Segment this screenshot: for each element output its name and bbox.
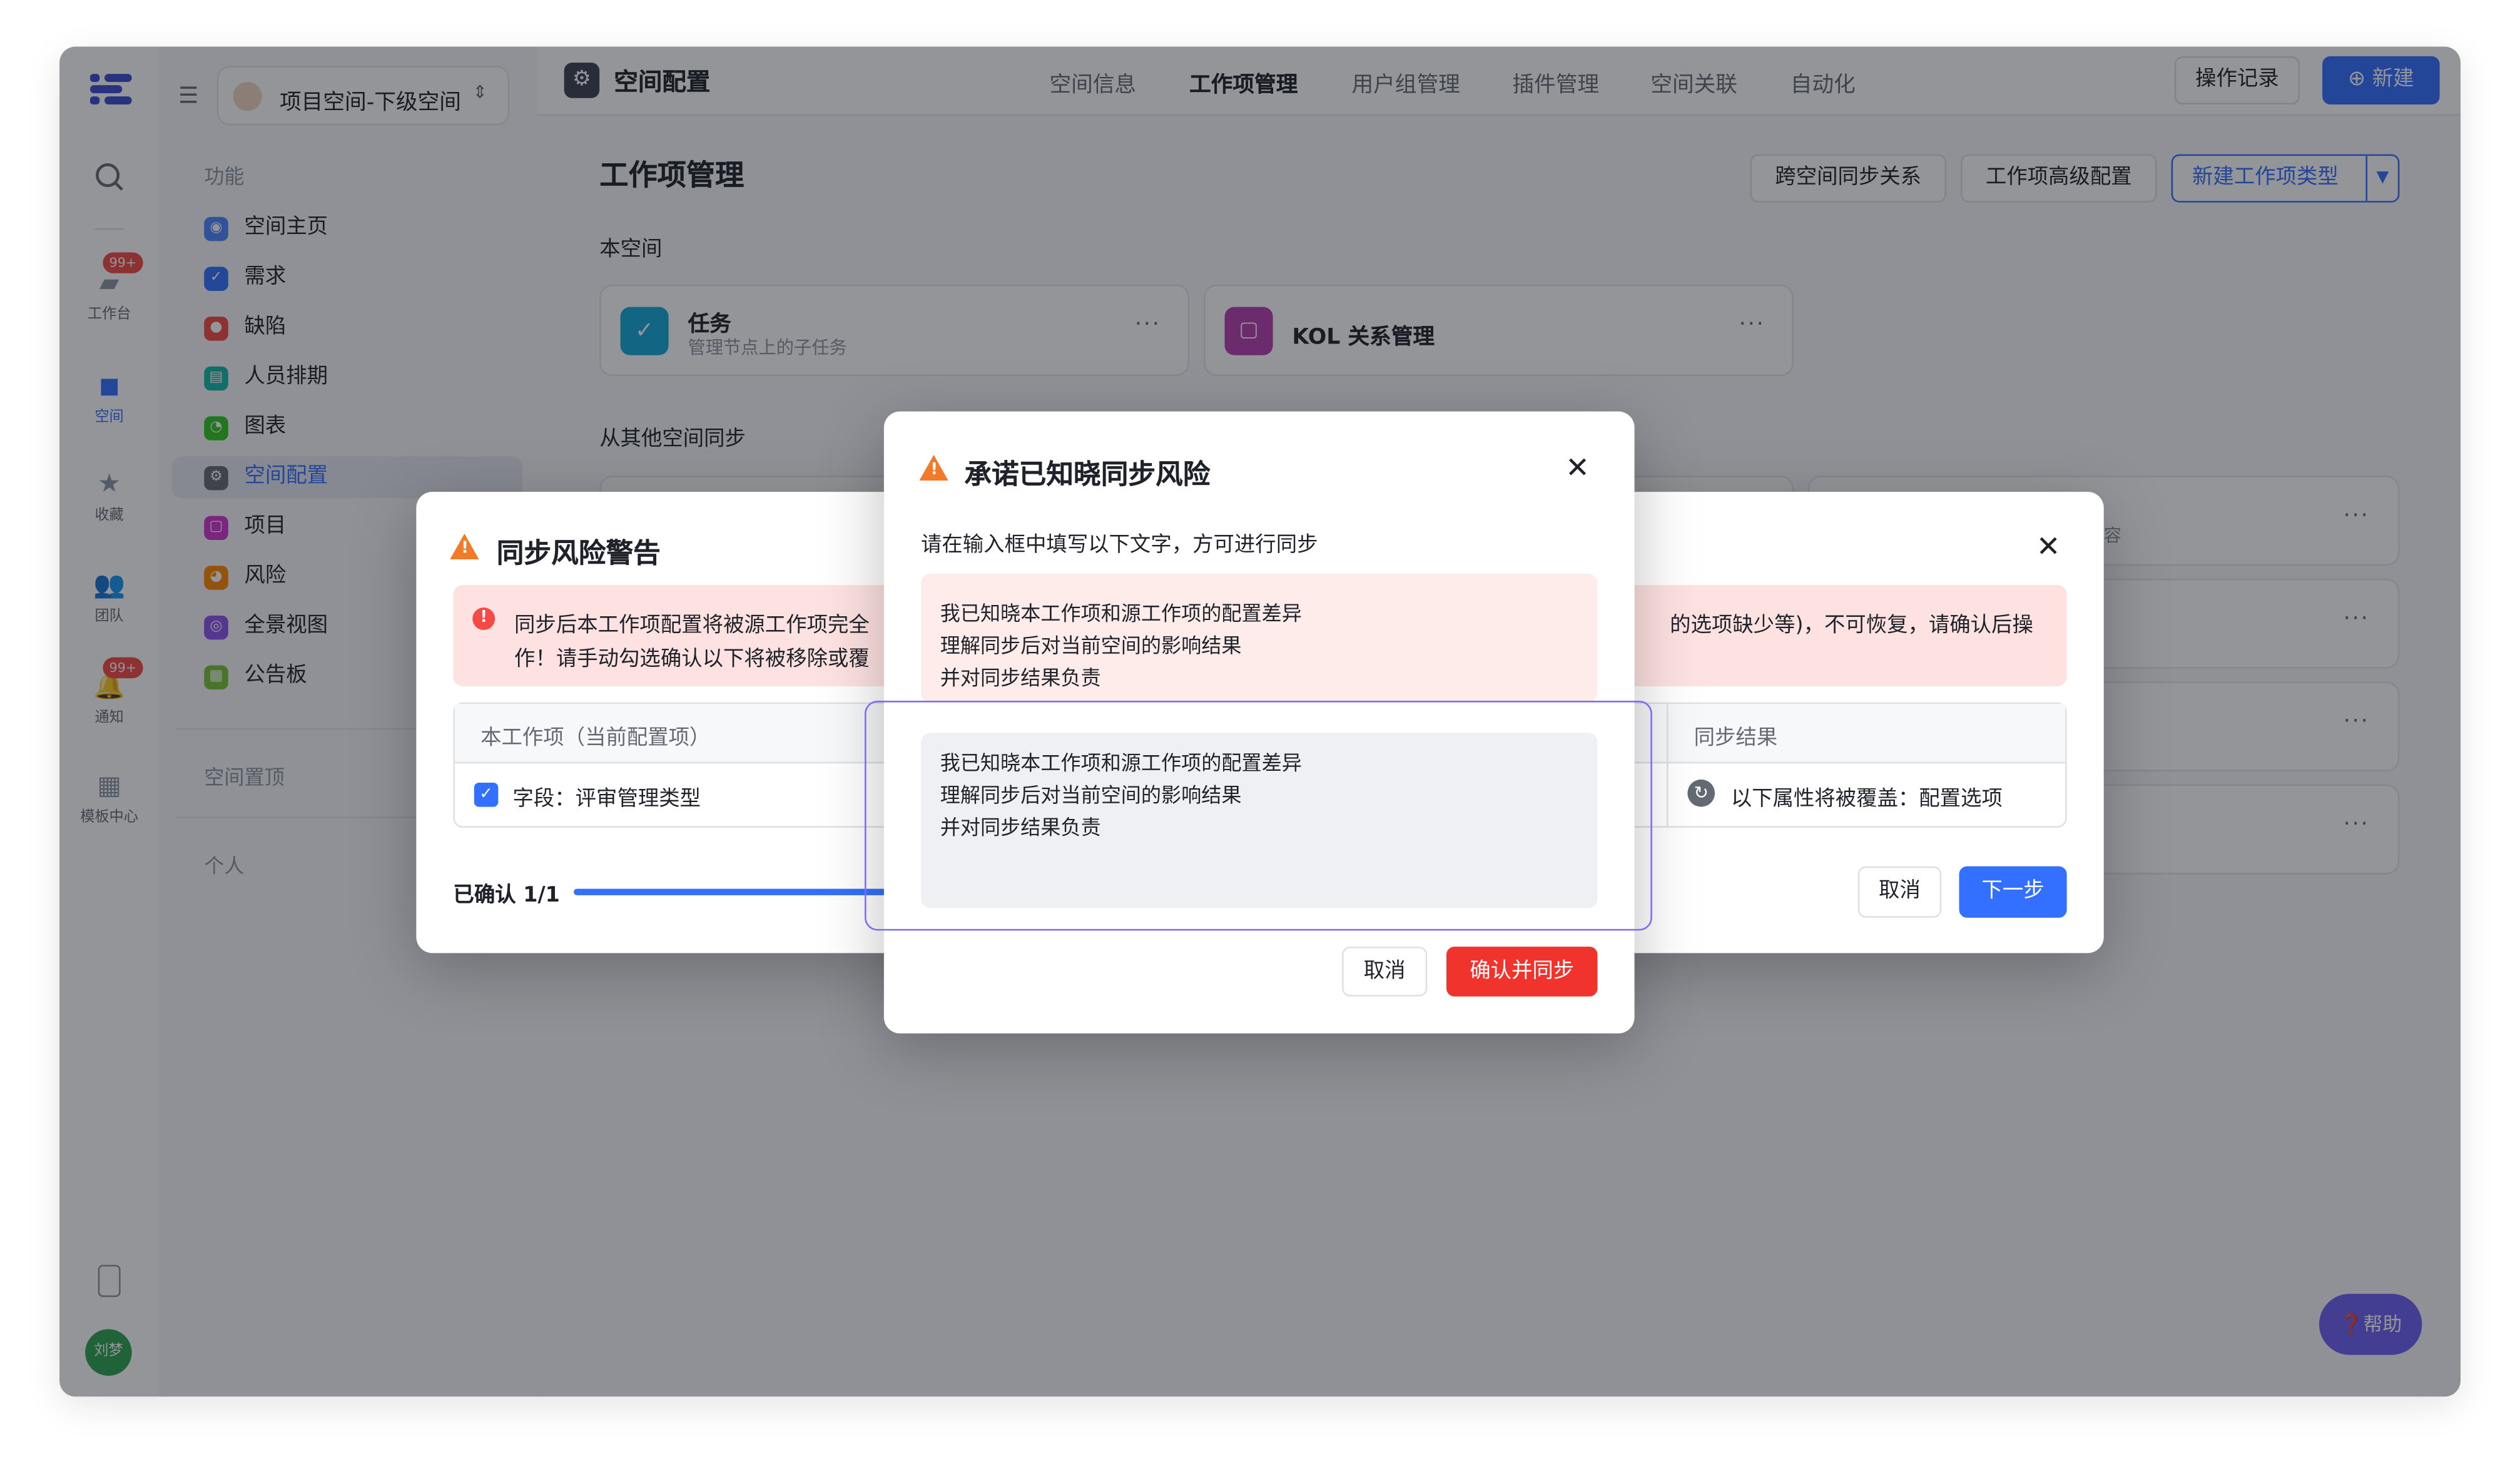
confirm-and-sync-button[interactable]: 确认并同步 xyxy=(1446,947,1598,997)
required-text-line: 理解同步后对当前空间的影响结果 xyxy=(940,633,1242,658)
progress-label: 已确认 1/1 xyxy=(453,883,560,908)
input-text-line: 理解同步后对当前空间的影响结果 xyxy=(940,783,1242,807)
screen: ▰ 工作台 99+ ◼ 空间 ★ 收藏 👥 团队 🔔 通知 99+ ▦ 模板中心… xyxy=(0,0,2520,1469)
required-text-line: 并对同步结果负责 xyxy=(940,665,1101,690)
instruction-text: 请在输入框中填写以下文字，方可进行同步 xyxy=(920,533,1318,558)
next-step-button[interactable]: 下一步 xyxy=(1959,866,2067,918)
col-local-header: 本工作项（当前配置项） xyxy=(480,726,711,751)
close-icon[interactable]: ✕ xyxy=(2036,531,2061,564)
warn-dialog-title: 同步风险警告 xyxy=(496,538,661,571)
row-checkbox[interactable]: ✓ xyxy=(474,783,499,807)
warn-cancel-button[interactable]: 取消 xyxy=(1857,866,1942,918)
confirm-cancel-button[interactable]: 取消 xyxy=(1342,947,1428,997)
confirm-cancel-label: 取消 xyxy=(1363,959,1406,984)
col-divider xyxy=(1666,704,1669,826)
error-icon: ! xyxy=(472,607,495,631)
required-text-box: 我已知晓本工作项和源工作项的配置差异 理解同步后对当前空间的影响结果 并对同步结… xyxy=(920,574,1598,703)
confirm-and-sync-label: 确认并同步 xyxy=(1470,959,1575,984)
warning-bang: ! xyxy=(461,540,469,558)
warning-bang: ! xyxy=(930,461,938,479)
app-window: ▰ 工作台 99+ ◼ 空间 ★ 收藏 👥 团队 🔔 通知 99+ ▦ 模板中心… xyxy=(59,46,2461,1397)
alert-text-line1-left: 同步后本工作项配置将被源工作项完全 xyxy=(514,614,870,638)
row-result-text: 以下属性将被覆盖：配置选项 xyxy=(1730,787,2003,812)
warn-cancel-label: 取消 xyxy=(1879,879,1921,903)
sync-refresh-icon: ↻ xyxy=(1687,779,1715,807)
confirm-dialog-title: 承诺已知晓同步风险 xyxy=(964,459,1211,492)
alert-text-line1-right: 的选项缺少等)，不可恢复，请确认后操 xyxy=(1670,614,2033,638)
col-result-header: 同步结果 xyxy=(1694,726,1778,751)
next-step-label: 下一步 xyxy=(1981,879,2045,903)
required-text-line: 我已知晓本工作项和源工作项的配置差异 xyxy=(940,601,1302,626)
input-text-line: 并对同步结果负责 xyxy=(940,815,1101,839)
alert-text-line2: 作！请手动勾选确认以下将被移除或覆 xyxy=(514,648,870,672)
confirm-textarea[interactable]: 我已知晓本工作项和源工作项的配置差异 理解同步后对当前空间的影响结果 并对同步结… xyxy=(920,733,1598,908)
input-text-line: 我已知晓本工作项和源工作项的配置差异 xyxy=(940,750,1302,775)
row-field-text: 字段：评审管理类型 xyxy=(512,787,701,812)
confirm-sync-risk-dialog: ! 承诺已知晓同步风险 ✕ 请在输入框中填写以下文字，方可进行同步 我已知晓本工… xyxy=(865,411,1652,1034)
close-icon[interactable]: ✕ xyxy=(1565,452,1590,485)
